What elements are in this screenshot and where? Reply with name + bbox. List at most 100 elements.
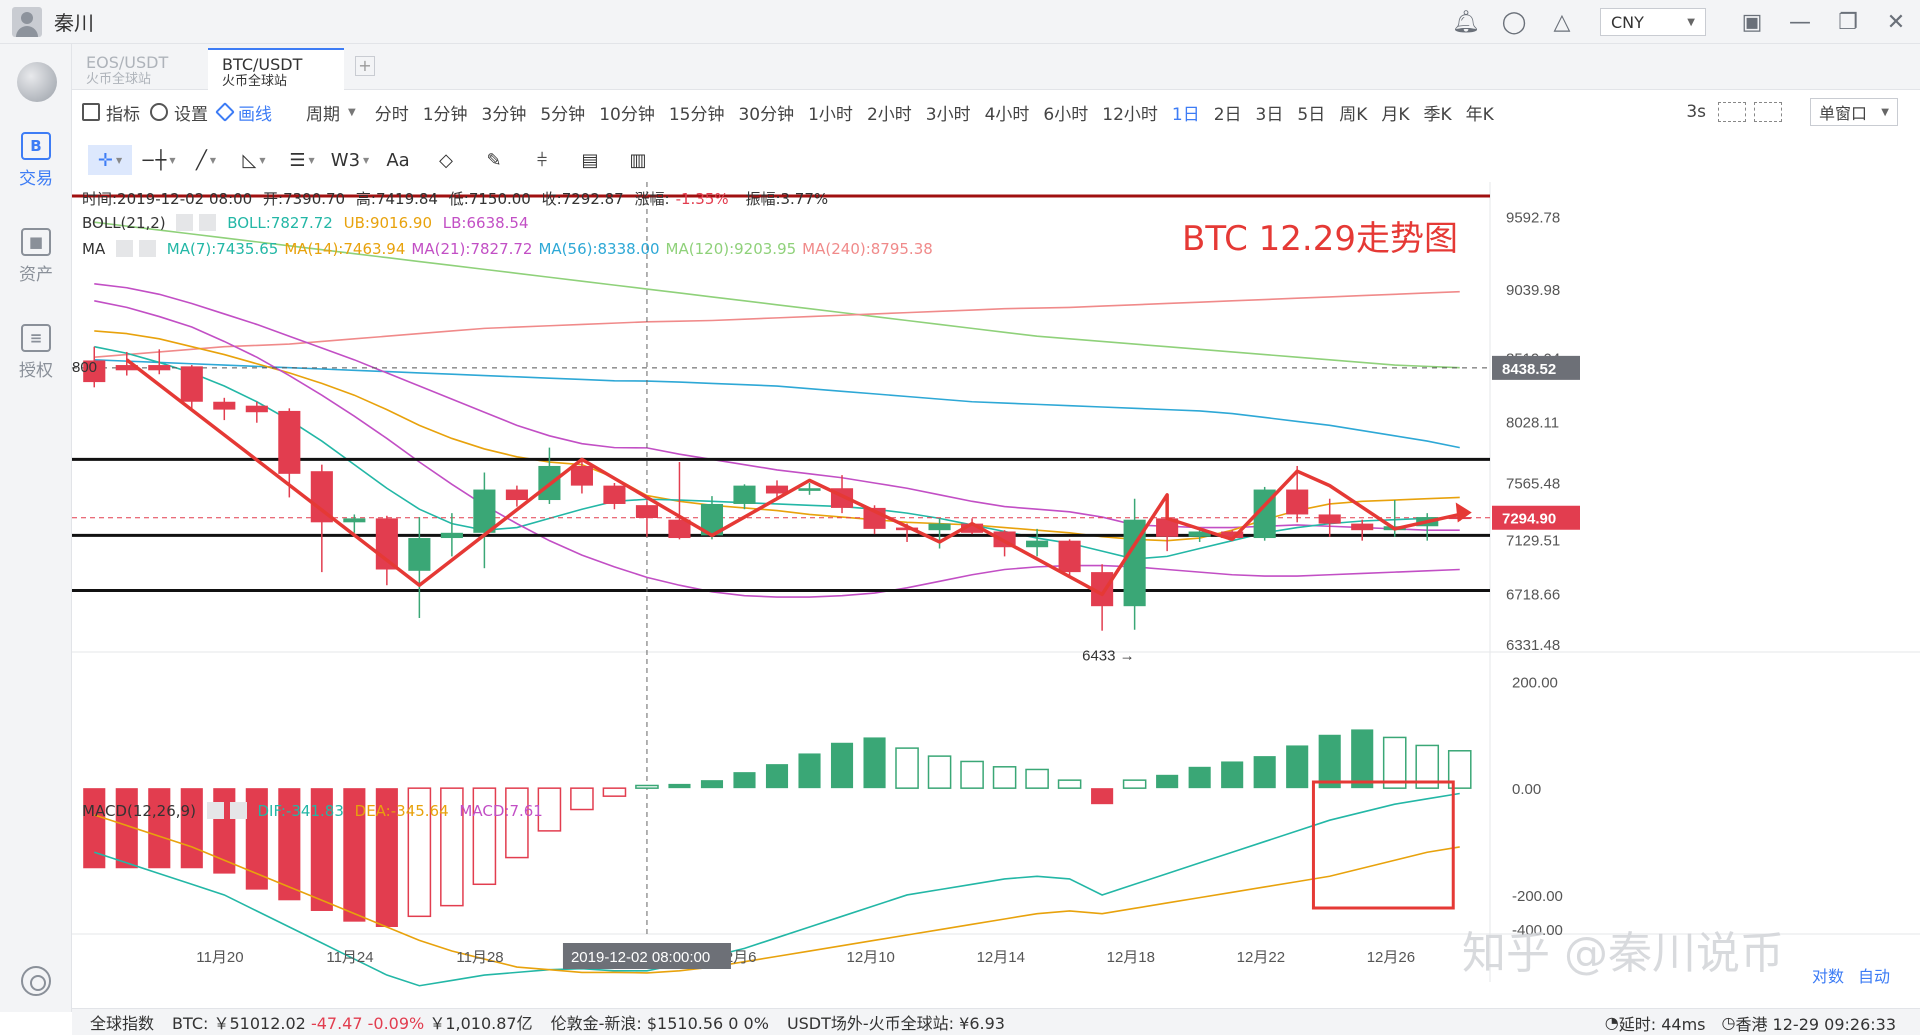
interval-option[interactable]: 分时 xyxy=(368,100,416,125)
refresh-interval[interactable]: 3s xyxy=(1686,102,1706,122)
usdt-price: ¥6.93 xyxy=(959,1014,1005,1033)
shirt-icon[interactable]: △ xyxy=(1538,0,1586,44)
measure-tool-icon[interactable]: ⫩ xyxy=(520,145,564,175)
trend-line-tool-icon[interactable]: ╱ ▼ xyxy=(184,145,228,175)
window-mode-select[interactable]: 单窗口 ▼ xyxy=(1810,98,1898,126)
add-tab-button[interactable]: + xyxy=(355,56,375,76)
fibonacci-tool-icon[interactable]: W3 ▼ xyxy=(328,145,372,175)
candle-body xyxy=(440,532,463,539)
price-tick-label: 6718.66 xyxy=(1506,586,1560,603)
horizontal-line-tool-icon[interactable]: −┼ ▼ xyxy=(136,145,180,175)
interval-option[interactable]: 5日 xyxy=(1290,100,1332,125)
minimize-icon[interactable]: — xyxy=(1776,0,1824,44)
tab-eos-usdt[interactable]: EOS/USDT 火币全球站 xyxy=(72,48,208,90)
fullscreen-icon[interactable] xyxy=(1718,102,1746,122)
lock-tool-icon[interactable]: ▤ xyxy=(568,145,612,175)
crosshair-tool-icon[interactable]: ✛ ▼ xyxy=(88,145,132,175)
interval-option[interactable]: 3小时 xyxy=(919,100,978,125)
interval-option[interactable]: 15分钟 xyxy=(662,100,732,125)
close-icon[interactable]: ✕ xyxy=(1872,0,1920,44)
delete-tool-icon[interactable]: ▥ xyxy=(616,145,660,175)
usdt-label: USDT场外-火币全球站: xyxy=(786,1014,955,1033)
interval-option[interactable]: 1小时 xyxy=(801,100,860,125)
search-icon[interactable]: ◯ xyxy=(1490,0,1538,44)
period-dropdown[interactable]: 周期 ▼ xyxy=(306,100,356,125)
interval-option[interactable]: 3分钟 xyxy=(475,100,534,125)
gold-price: $1510.56 xyxy=(646,1014,724,1033)
indicator-settings-icon[interactable] xyxy=(115,240,133,257)
interval-option[interactable]: 月K xyxy=(1374,100,1416,125)
interval-option[interactable]: 2日 xyxy=(1207,100,1249,125)
interval-option[interactable]: 5分钟 xyxy=(533,100,592,125)
info-low: 低:7150.00 xyxy=(448,190,531,208)
interval-option[interactable]: 季K xyxy=(1417,100,1459,125)
popout-icon[interactable] xyxy=(1754,102,1782,122)
candle-body xyxy=(278,410,301,474)
eraser-tool-icon[interactable]: ◇ xyxy=(424,145,468,175)
clock-icon: ◷ xyxy=(1721,1013,1736,1032)
date-tick-label: 12月14 xyxy=(977,949,1025,966)
macd-bar xyxy=(765,764,789,789)
btc-pct: -0.09% xyxy=(367,1014,425,1033)
chart-low-label: 6433 → xyxy=(1082,648,1135,665)
text-tool-icon[interactable]: Aa xyxy=(376,145,420,175)
indicator-settings-icon[interactable] xyxy=(206,802,224,819)
indicator-settings-icon[interactable] xyxy=(176,214,194,231)
candle-body xyxy=(473,489,496,533)
window-mode-value: 单窗口 xyxy=(1819,104,1868,123)
parallel-lines-tool-icon[interactable]: ☰ ▼ xyxy=(280,145,324,175)
currency-value: CNY xyxy=(1611,12,1644,32)
macd-bar xyxy=(1188,766,1211,789)
indicator-close-icon[interactable] xyxy=(138,240,156,257)
indicators-button[interactable]: 指标 xyxy=(82,100,140,125)
candle-body xyxy=(1026,540,1049,548)
interval-option[interactable]: 10分钟 xyxy=(592,100,662,125)
settings-gear-icon[interactable] xyxy=(21,966,51,996)
macd-bar xyxy=(1057,779,1082,789)
chevron-down-icon: ▼ xyxy=(348,106,356,118)
chevron-down-icon: ▼ xyxy=(1881,106,1889,118)
indicator-close-icon[interactable] xyxy=(229,802,247,819)
sidebar-item-assets[interactable]: ■ 资产 xyxy=(0,228,72,285)
brush-tool-icon[interactable]: ✎ xyxy=(472,145,516,175)
indicator-close-icon[interactable] xyxy=(199,214,217,231)
interval-option[interactable]: 30分钟 xyxy=(731,100,801,125)
ma-line-ma240 xyxy=(94,290,1460,358)
macd-bar xyxy=(798,753,821,789)
boll-info: BOLL(21,2) BOLL:7827.72 UB:9016.90 LB:66… xyxy=(82,214,535,232)
ma-value: MA(56):8338.00 xyxy=(538,240,660,258)
date-tick-label: 12月22 xyxy=(1237,949,1285,966)
kline-chart[interactable]: BTC 12.29走势图8006433 →9592.789039.988519.… xyxy=(72,182,1920,1008)
tab-btc-usdt[interactable]: BTC/USDT 火币全球站 xyxy=(208,48,344,90)
interval-option[interactable]: 6小时 xyxy=(1036,100,1095,125)
currency-select[interactable]: CNY ▼ xyxy=(1600,8,1706,36)
interval-option[interactable]: 1分钟 xyxy=(416,100,475,125)
settings-button[interactable]: 设置 xyxy=(150,100,208,125)
interval-option[interactable]: 12小时 xyxy=(1095,100,1165,125)
sidebar-item-trade[interactable]: B 交易 xyxy=(0,132,72,189)
restore-icon[interactable]: ❐ xyxy=(1824,0,1872,44)
status-bar: 全球指数 BTC: ￥51012.02 -47.47 -0.09% ￥1,010… xyxy=(72,1008,1920,1035)
auto-scale-toggle: 自动 xyxy=(1858,968,1890,986)
settings-label: 设置 xyxy=(174,104,208,125)
fib-label: W3 xyxy=(330,149,361,171)
chart-area[interactable]: BTC 12.29走势图8006433 →9592.789039.988519.… xyxy=(72,182,1920,1008)
macd-bar xyxy=(1025,768,1049,789)
interval-option[interactable]: 年K xyxy=(1459,100,1501,125)
global-index-link[interactable]: 全球指数 xyxy=(90,1010,154,1034)
interval-option[interactable]: 1日 xyxy=(1165,100,1207,125)
draw-line-button[interactable]: 画线 xyxy=(215,100,272,125)
user-profile[interactable]: 秦川 xyxy=(12,6,94,37)
interval-option[interactable]: 2小时 xyxy=(860,100,919,125)
angle-tool-icon[interactable]: ◺ ▼ xyxy=(232,145,276,175)
interval-list: 分时 1分钟 3分钟 5分钟 10分钟 15分钟 30分钟 1小时 2小时 3小时 4小时 6小时 12… xyxy=(368,100,1501,125)
external-window-icon[interactable]: ▣ xyxy=(1728,0,1776,44)
bell-icon[interactable]: 🔔︎ xyxy=(1442,0,1490,44)
gold-label: 伦敦金-新浪: xyxy=(550,1014,642,1033)
interval-option[interactable]: 周K xyxy=(1332,100,1374,125)
interval-option[interactable]: 4小时 xyxy=(978,100,1037,125)
interval-option[interactable]: 3日 xyxy=(1249,100,1291,125)
macd-name: MACD(12,26,9) xyxy=(82,802,196,820)
candle-body xyxy=(343,518,366,523)
sidebar-item-authorize[interactable]: ≡ 授权 xyxy=(0,324,72,381)
